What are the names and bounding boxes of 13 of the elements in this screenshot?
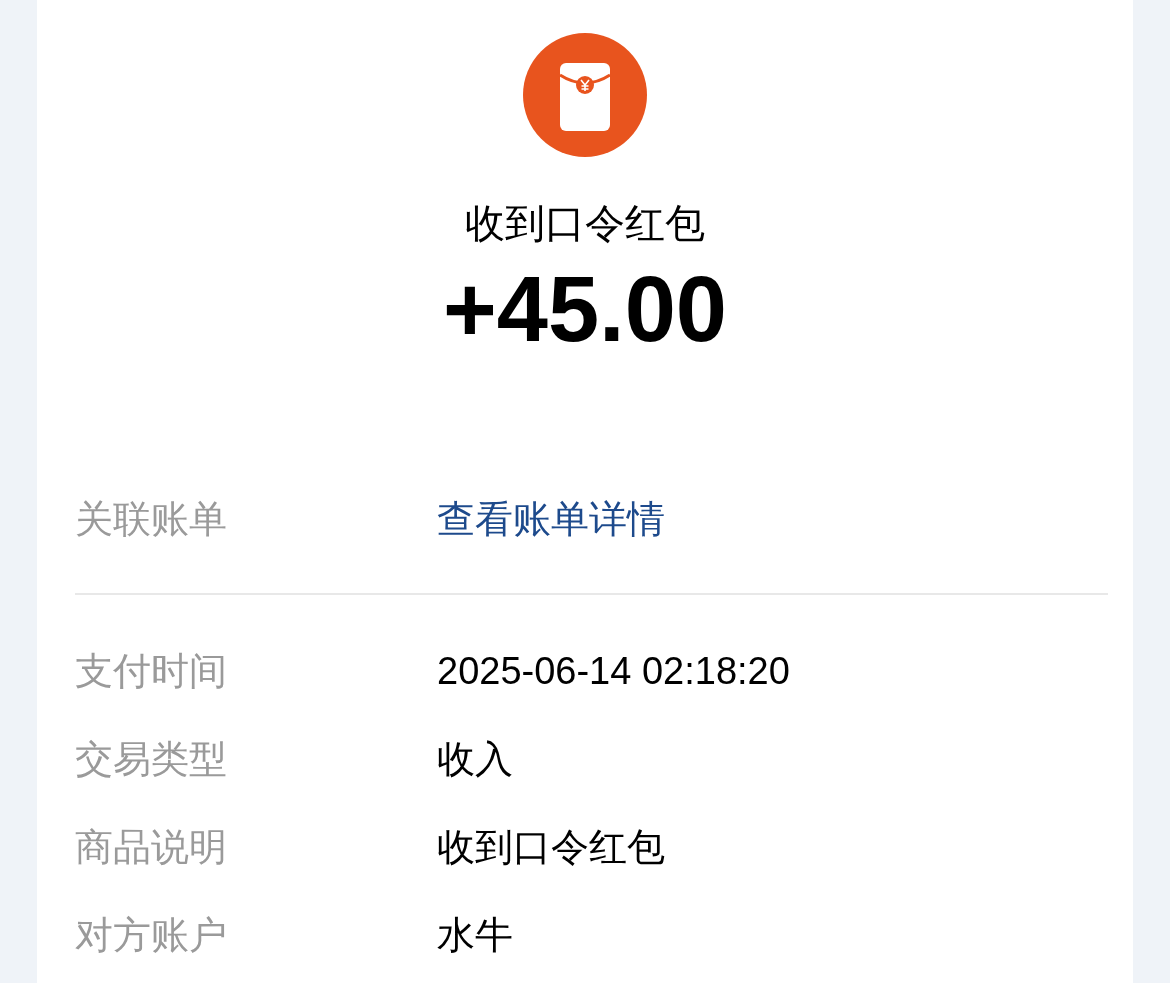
amount-text: +45.00 — [443, 257, 727, 361]
row-label: 交易类型 — [75, 736, 228, 782]
envelope-icon — [523, 33, 647, 157]
row-label: 关联账单 — [75, 496, 228, 542]
bill-details-link[interactable]: 查看账单详情 — [437, 490, 665, 548]
transaction-title: 收到口令红包 — [465, 200, 705, 247]
row-label: 支付时间 — [75, 648, 228, 694]
row-value: 2025-06-14 02:18:20 — [437, 648, 790, 694]
row-value: 收入 — [437, 736, 513, 782]
row-value: 收到口令红包 — [437, 824, 665, 870]
row-label: 商品说明 — [75, 824, 228, 870]
row-label: 对方账户 — [75, 912, 228, 958]
row-value: 水牛 — [437, 912, 513, 958]
